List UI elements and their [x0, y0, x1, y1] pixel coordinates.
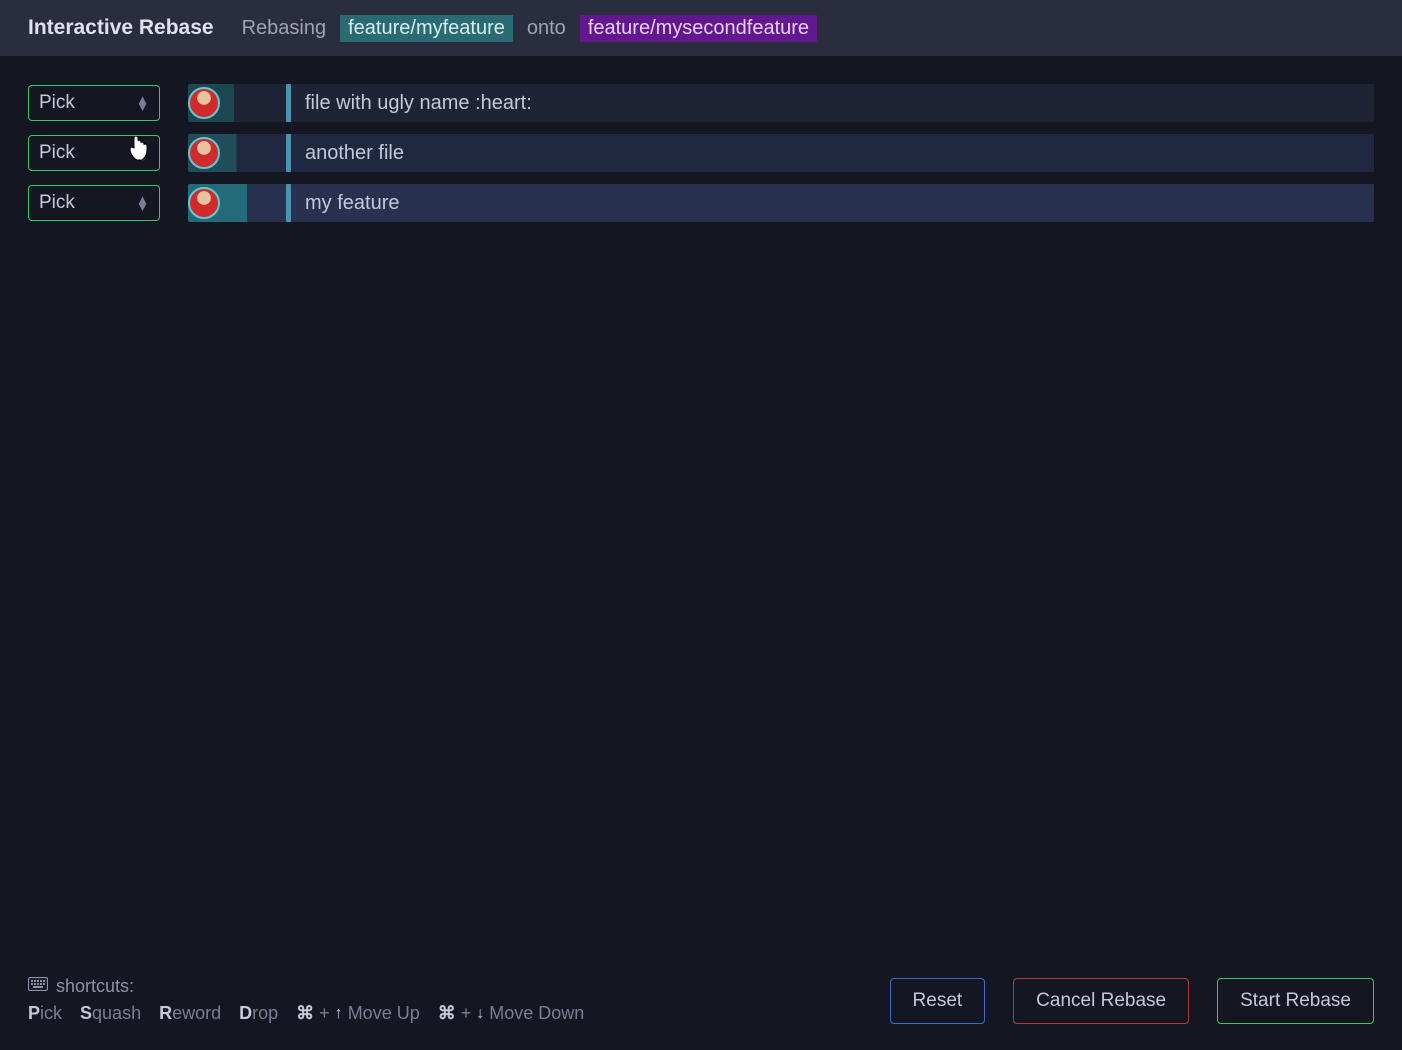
commit-message: my feature — [305, 192, 399, 215]
commit-accent-bar — [286, 184, 291, 222]
arrow-up-icon: ↑ — [335, 1005, 343, 1023]
commit-action-select[interactable]: Pick ▲▼ — [28, 135, 160, 171]
select-arrows-icon: ▲▼ — [136, 96, 149, 110]
commit-list: Pick ▲▼ file with ugly name :heart: Pick… — [0, 56, 1402, 222]
avatar-graph — [188, 84, 272, 122]
commit-item[interactable]: my feature — [188, 184, 1374, 222]
keyboard-icon — [28, 977, 48, 996]
commit-accent-bar — [286, 84, 291, 122]
commit-row: Pick ▲▼ my feature — [28, 184, 1374, 222]
author-avatar — [188, 187, 220, 219]
shortcuts-label: shortcuts: — [56, 976, 134, 997]
rebasing-label: Rebasing — [242, 17, 327, 40]
reset-button[interactable]: Reset — [890, 978, 986, 1024]
commit-item[interactable]: another file — [188, 134, 1374, 172]
source-branch-chip: feature/myfeature — [340, 15, 513, 42]
commit-row: Pick ▲▼ file with ugly name :heart: — [28, 84, 1374, 122]
commit-message: file with ugly name :heart: — [305, 92, 532, 115]
shortcut-move-up: ⌘ + ↑ Move Up — [296, 1003, 420, 1024]
shortcut-drop: Drop — [239, 1003, 278, 1024]
onto-label: onto — [527, 17, 566, 40]
footer: shortcuts: Pick Squash Reword Drop ⌘ + ↑… — [0, 956, 1402, 1050]
commit-accent-bar — [286, 134, 291, 172]
commit-action-value: Pick — [39, 192, 75, 214]
arrow-down-icon: ↓ — [476, 1005, 484, 1023]
author-avatar — [188, 137, 220, 169]
commit-message: another file — [305, 142, 404, 165]
shortcuts-panel: shortcuts: Pick Squash Reword Drop ⌘ + ↑… — [28, 976, 584, 1024]
commit-action-select[interactable]: Pick ▲▼ — [28, 185, 160, 221]
commit-action-value: Pick — [39, 142, 75, 164]
shortcut-move-down: ⌘ + ↓ Move Down — [438, 1003, 585, 1024]
footer-buttons: Reset Cancel Rebase Start Rebase — [890, 978, 1374, 1024]
shortcut-squash: Squash — [80, 1003, 141, 1024]
commit-item[interactable]: file with ugly name :heart: — [188, 84, 1374, 122]
select-arrows-icon: ▲▼ — [136, 196, 149, 210]
start-rebase-button[interactable]: Start Rebase — [1217, 978, 1374, 1024]
cancel-rebase-button[interactable]: Cancel Rebase — [1013, 978, 1189, 1024]
commit-row: Pick ▲▼ another file — [28, 134, 1374, 172]
avatar-graph — [188, 134, 272, 172]
header-bar: Interactive Rebase Rebasing feature/myfe… — [0, 0, 1402, 56]
shortcut-reword: Reword — [159, 1003, 221, 1024]
target-branch-chip: feature/mysecondfeature — [580, 15, 817, 42]
commit-action-select[interactable]: Pick ▲▼ — [28, 85, 160, 121]
shortcut-pick: Pick — [28, 1003, 62, 1024]
commit-action-value: Pick — [39, 92, 75, 114]
select-arrows-icon: ▲▼ — [136, 146, 149, 160]
page-title: Interactive Rebase — [28, 16, 214, 40]
avatar-graph — [188, 184, 272, 222]
author-avatar — [188, 87, 220, 119]
